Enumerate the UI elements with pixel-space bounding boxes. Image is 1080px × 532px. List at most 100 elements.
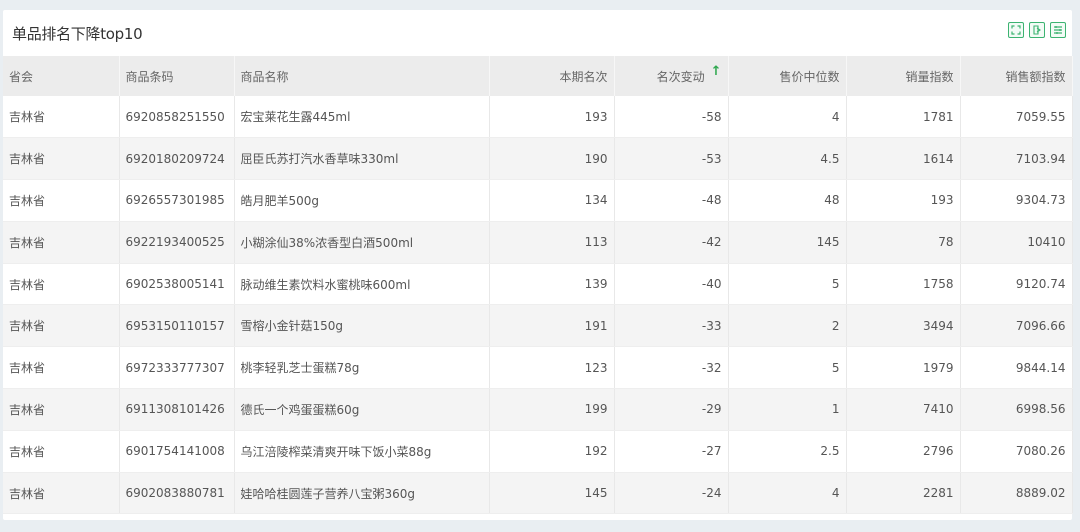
current-rank-cell: 191 xyxy=(489,304,615,348)
table-row[interactable]: 吉林省 6926557301985 皓月肥羊500g 134 -48 48 193 9304.… xyxy=(3,179,1073,222)
current-rank-cell: 190 xyxy=(489,137,615,181)
median-price-cell: 4 xyxy=(728,96,847,139)
rank-change-cell: -58 xyxy=(614,96,729,139)
export-button[interactable] xyxy=(1029,22,1045,38)
product-name-cell: 脉动维生素饮料水蜜桃味600ml xyxy=(234,263,490,306)
product-name-cell: 桃李轻乳芝士蛋糕78g xyxy=(234,346,490,390)
column-header-median-price[interactable]: 售价中位数 xyxy=(728,56,847,96)
column-header-product-name[interactable]: 商品名称 xyxy=(234,56,490,96)
product-name-cell: 雪榕小金针菇150g xyxy=(234,304,490,348)
column-header-province[interactable]: 省会 xyxy=(3,56,120,96)
product-name-cell: 乌江涪陵榨菜清爽开味下饭小菜88g xyxy=(234,430,490,473)
province-cell: 吉林省 xyxy=(3,430,120,473)
sales-amount-index-cell: 9844.14 xyxy=(960,346,1073,390)
province-cell: 吉林省 xyxy=(3,137,120,181)
barcode-cell: 6926557301985 xyxy=(119,179,235,222)
median-price-cell: 4.5 xyxy=(728,137,847,181)
fullscreen-button[interactable] xyxy=(1008,22,1024,38)
table-row[interactable]: 吉林省 6911308101426 德氏一个鸡蛋蛋糕60g 199 -29 1 7410 69… xyxy=(3,388,1073,431)
current-rank-cell: 193 xyxy=(489,96,615,139)
barcode-cell: 6901754141008 xyxy=(119,430,235,473)
rank-change-cell: -53 xyxy=(614,137,729,181)
product-name-cell: 小糊涂仙38%浓香型白酒500ml xyxy=(234,221,490,264)
sales-amount-index-cell: 10410 xyxy=(960,221,1073,264)
panel-title: 单品排名下降top10 xyxy=(12,25,143,43)
column-header-barcode[interactable]: 商品条码 xyxy=(119,56,235,96)
rank-change-cell: -29 xyxy=(614,388,729,431)
province-cell: 吉林省 xyxy=(3,304,120,348)
sales-amount-index-cell: 7103.94 xyxy=(960,137,1073,181)
current-rank-cell: 134 xyxy=(489,179,615,222)
barcode-cell: 6953150110157 xyxy=(119,304,235,348)
province-cell: 吉林省 xyxy=(3,96,120,139)
ranking-table: 省会 商品条码 商品名称 本期名次 名次变动 ↑ 售价中位数 销量指数 销售额指数… xyxy=(3,56,1073,515)
ranking-panel: 单品排名下降top10 省会 商品条码 商品名称 本期名次 名次变动 ↑ 售价中… xyxy=(3,10,1073,520)
product-name-cell: 皓月肥羊500g xyxy=(234,179,490,222)
column-header-current-rank[interactable]: 本期名次 xyxy=(489,56,615,96)
barcode-cell: 6902083880781 xyxy=(119,472,235,515)
province-cell: 吉林省 xyxy=(3,179,120,222)
sales-amount-index-cell: 7080.26 xyxy=(960,430,1073,473)
sales-amount-index-cell: 9120.74 xyxy=(960,263,1073,306)
rank-change-label: 名次变动 xyxy=(656,69,705,84)
barcode-cell: 6902538005141 xyxy=(119,263,235,306)
sales-volume-index-cell: 2281 xyxy=(846,472,961,515)
sales-volume-index-cell: 1758 xyxy=(846,263,961,306)
sales-volume-index-cell: 1979 xyxy=(846,346,961,390)
product-name-cell: 宏宝莱花生露445ml xyxy=(234,96,490,139)
sales-volume-index-cell: 1781 xyxy=(846,96,961,139)
province-cell: 吉林省 xyxy=(3,472,120,515)
median-price-cell: 5 xyxy=(728,346,847,390)
rank-change-cell: -27 xyxy=(614,430,729,473)
column-header-sales-volume-index[interactable]: 销量指数 xyxy=(846,56,961,96)
product-name-cell: 娃哈哈桂圆莲子营养八宝粥360g xyxy=(234,472,490,515)
column-header-rank-change[interactable]: 名次变动 ↑ xyxy=(614,56,729,96)
table-row[interactable]: 吉林省 6972333777307 桃李轻乳芝士蛋糕78g 123 -32 5 1979 98… xyxy=(3,346,1073,390)
column-header-sales-amount-index[interactable]: 销售额指数 xyxy=(960,56,1073,96)
product-name-cell: 屈臣氏苏打汽水香草味330ml xyxy=(234,137,490,181)
rank-change-cell: -42 xyxy=(614,221,729,264)
sales-amount-index-cell: 6998.56 xyxy=(960,388,1073,431)
table-body: 吉林省 6920858251550 宏宝莱花生露445ml 193 -58 4 1781 70… xyxy=(3,96,1073,515)
median-price-cell: 145 xyxy=(728,221,847,264)
current-rank-cell: 113 xyxy=(489,221,615,264)
export-icon xyxy=(1033,25,1041,35)
rank-change-cell: -32 xyxy=(614,346,729,390)
median-price-cell: 5 xyxy=(728,263,847,306)
province-cell: 吉林省 xyxy=(3,221,120,264)
table-row[interactable]: 吉林省 6920858251550 宏宝莱花生露445ml 193 -58 4 1781 70… xyxy=(3,96,1073,139)
sales-volume-index-cell: 2796 xyxy=(846,430,961,473)
table-header-row: 省会 商品条码 商品名称 本期名次 名次变动 ↑ 售价中位数 销量指数 销售额指数 xyxy=(3,56,1073,96)
table-row[interactable]: 吉林省 6953150110157 雪榕小金针菇150g 191 -33 2 3494 709… xyxy=(3,304,1073,348)
rank-change-cell: -48 xyxy=(614,179,729,222)
barcode-cell: 6920180209724 xyxy=(119,137,235,181)
sales-amount-index-cell: 9304.73 xyxy=(960,179,1073,222)
sales-volume-index-cell: 7410 xyxy=(846,388,961,431)
product-name-cell: 德氏一个鸡蛋蛋糕60g xyxy=(234,388,490,431)
barcode-cell: 6920858251550 xyxy=(119,96,235,139)
current-rank-cell: 123 xyxy=(489,346,615,390)
province-cell: 吉林省 xyxy=(3,263,120,306)
current-rank-cell: 139 xyxy=(489,263,615,306)
table-row[interactable]: 吉林省 6902538005141 脉动维生素饮料水蜜桃味600ml 139 -40 5 1… xyxy=(3,263,1073,306)
median-price-cell: 2 xyxy=(728,304,847,348)
table-row[interactable]: 吉林省 6902083880781 娃哈哈桂圆莲子营养八宝粥360g 145 -24 4 2… xyxy=(3,472,1073,515)
median-price-cell: 2.5 xyxy=(728,430,847,473)
sales-amount-index-cell: 8889.02 xyxy=(960,472,1073,515)
barcode-cell: 6911308101426 xyxy=(119,388,235,431)
table-row[interactable]: 吉林省 6922193400525 小糊涂仙38%浓香型白酒500ml 113 -42 1… xyxy=(3,221,1073,264)
table-row[interactable]: 吉林省 6920180209724 屈臣氏苏打汽水香草味330ml 190 -53 4.5… xyxy=(3,137,1073,181)
table-row[interactable]: 吉林省 6901754141008 乌江涪陵榨菜清爽开味下饭小菜88g 192 -27 2… xyxy=(3,430,1073,473)
province-cell: 吉林省 xyxy=(3,346,120,390)
sort-ascending-icon[interactable]: ↑ xyxy=(711,64,722,79)
panel-header: 单品排名下降top10 xyxy=(3,10,1072,56)
rank-change-cell: -33 xyxy=(614,304,729,348)
rank-change-cell: -40 xyxy=(614,263,729,306)
sales-volume-index-cell: 78 xyxy=(846,221,961,264)
list-settings-button[interactable] xyxy=(1050,22,1066,38)
sales-volume-index-cell: 193 xyxy=(846,179,961,222)
current-rank-cell: 199 xyxy=(489,388,615,431)
province-cell: 吉林省 xyxy=(3,388,120,431)
sales-amount-index-cell: 7096.66 xyxy=(960,304,1073,348)
sales-volume-index-cell: 3494 xyxy=(846,304,961,348)
